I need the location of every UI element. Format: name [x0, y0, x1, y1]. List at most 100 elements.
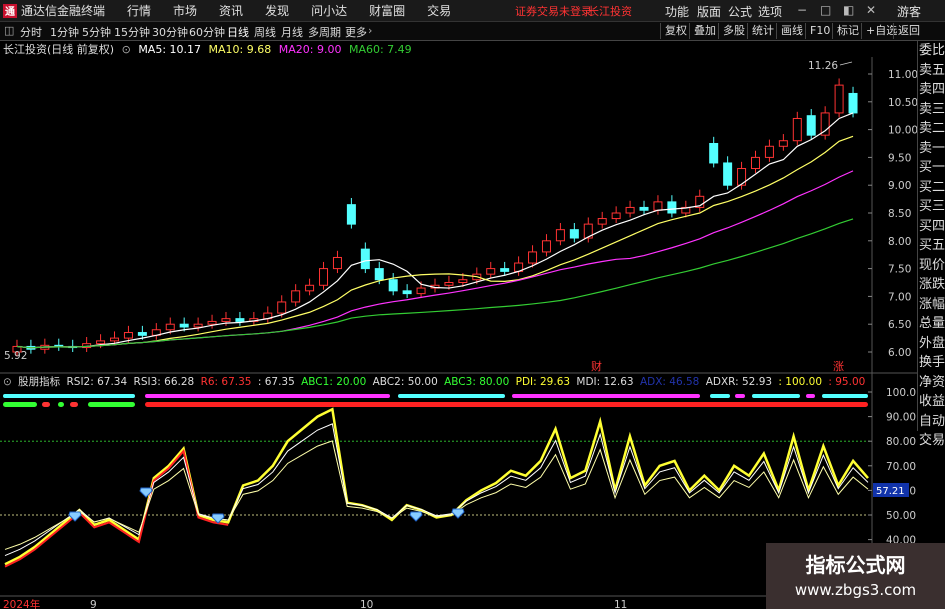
maximize-icon[interactable]: □: [820, 3, 831, 17]
side-panel-item[interactable]: 净资: [918, 373, 945, 393]
marker-zhang: 涨: [833, 360, 844, 373]
signal-bar: [752, 394, 800, 398]
menu-options[interactable]: 选项: [758, 3, 782, 20]
candle-body: [667, 201, 677, 214]
candle-body: [374, 268, 384, 281]
f10-button[interactable]: F10: [805, 23, 834, 39]
indicator-settings-icon[interactable]: ⊙: [3, 376, 12, 388]
guest-user[interactable]: 游客: [897, 3, 921, 20]
side-panel-item[interactable]: 外盘: [918, 334, 945, 354]
candle-body: [402, 290, 412, 295]
side-panel-item[interactable]: 卖一: [918, 139, 945, 159]
side-panel-item[interactable]: 自动: [918, 412, 945, 432]
period-more[interactable]: 更多: [345, 24, 367, 40]
indicator-panel: [0, 394, 872, 568]
candlesticks: [12, 78, 858, 357]
period-intraday[interactable]: 分时: [20, 24, 42, 40]
rsi-line: [4, 407, 869, 566]
toolbar-collapse-icon[interactable]: ◫: [4, 24, 14, 37]
chevron-right-icon[interactable]: ›: [368, 24, 372, 37]
price-tick-label: 8.50: [888, 208, 911, 220]
candle-body: [541, 240, 551, 253]
app-logo-icon: 通: [3, 3, 17, 18]
candle-body: [319, 268, 329, 286]
close-icon[interactable]: ✕: [866, 3, 876, 17]
stats-button[interactable]: 统计: [747, 23, 778, 39]
side-panel-item[interactable]: 买二: [918, 178, 945, 198]
period-weekly[interactable]: 周线: [254, 24, 276, 40]
mark-button[interactable]: 标记: [832, 23, 863, 39]
period-60min[interactable]: 60分钟: [189, 24, 225, 40]
menu-market[interactable]: 市场: [173, 2, 197, 19]
indicator-tick-label: 80.00: [886, 436, 916, 448]
menu-layout[interactable]: 版面: [697, 3, 721, 20]
signal-bar: [88, 402, 135, 407]
side-panel-item[interactable]: 现价: [918, 256, 945, 276]
period-15min[interactable]: 15分钟: [114, 24, 150, 40]
draw-button[interactable]: 画线: [776, 23, 807, 39]
menu-trade[interactable]: 交易: [427, 2, 451, 19]
side-panel-item[interactable]: 买四: [918, 217, 945, 237]
period-daily[interactable]: 日线: [227, 24, 249, 40]
menu-formula[interactable]: 公式: [728, 3, 752, 20]
ind-mdi: MDI: 12.63: [576, 376, 634, 388]
side-panel-item[interactable]: 交易: [918, 431, 945, 451]
candle-body: [723, 162, 733, 186]
candle-body: [848, 92, 858, 114]
overlay-button[interactable]: 叠加: [689, 23, 720, 39]
chart-area[interactable]: 11.00 10.50 10.00 9.50 9.00 8.50 8.00 7.50 7.00 6…: [0, 57, 917, 609]
side-panel-item[interactable]: 卖五: [918, 61, 945, 81]
login-warning[interactable]: 证券交易未登录: [515, 3, 592, 19]
indicator-tick-label: 70.00: [886, 461, 916, 473]
legend-ma10: MA10: 9.68: [208, 43, 272, 56]
side-panel-item[interactable]: 卖二: [918, 119, 945, 139]
price-tick-label: 6.00: [888, 347, 911, 359]
stock-title: 长江投资(日线 前复权): [3, 43, 115, 56]
time-oct-label: 10: [360, 599, 373, 609]
ind-abc3: ABC3: 80.00: [444, 376, 510, 388]
legend-settings-icon[interactable]: ⊙: [122, 43, 131, 56]
signal-bar: [3, 394, 135, 398]
menu-news[interactable]: 资讯: [219, 2, 243, 19]
multi-stock-button[interactable]: 多股: [718, 23, 749, 39]
signal-bar: [42, 402, 50, 407]
candle-body: [277, 301, 287, 314]
indicator-tick-label: 100.0: [886, 387, 916, 399]
menu-wealth[interactable]: 财富圈: [369, 2, 405, 19]
candle-body: [416, 287, 426, 295]
period-30min[interactable]: 30分钟: [152, 24, 188, 40]
menu-ask[interactable]: 问小达: [311, 2, 347, 19]
side-panel-item[interactable]: 涨跌: [918, 275, 945, 295]
fq-button[interactable]: 复权: [660, 23, 691, 39]
side-panel-item[interactable]: 买三: [918, 197, 945, 217]
menu-quotes[interactable]: 行情: [127, 2, 151, 19]
main-legend: 长江投资(日线 前复权) ⊙ MA5: 10.17 MA10: 9.68 MA2…: [0, 41, 416, 57]
side-panel-item[interactable]: 总量: [918, 314, 945, 334]
menu-function[interactable]: 功能: [665, 3, 689, 20]
period-multi[interactable]: 多周期: [308, 24, 341, 40]
period-1min[interactable]: 1分钟: [50, 24, 79, 40]
diamond-icon: [451, 508, 465, 519]
candle-body: [709, 143, 719, 164]
side-panel-item[interactable]: 买一: [918, 158, 945, 178]
back-button[interactable]: 返回: [893, 23, 924, 39]
signal-bar: [806, 394, 815, 398]
side-panel-item[interactable]: 委比: [918, 41, 945, 61]
side-panel-item[interactable]: 涨幅: [918, 295, 945, 315]
candle-body: [792, 117, 802, 142]
restore-icon[interactable]: ◧: [843, 3, 854, 17]
side-panel-item[interactable]: 收益: [918, 392, 945, 412]
period-monthly[interactable]: 月线: [281, 24, 303, 40]
ind-r6b: : 67.35: [257, 376, 295, 388]
side-panel-item[interactable]: 卖四: [918, 80, 945, 100]
watermark-url: www.zbgs3.com: [794, 581, 917, 599]
side-panel-item[interactable]: 卖三: [918, 100, 945, 120]
menu-discover[interactable]: 发现: [265, 2, 289, 19]
side-panel-item[interactable]: 换手: [918, 353, 945, 373]
minimize-icon[interactable]: −: [797, 3, 807, 17]
period-5min[interactable]: 5分钟: [82, 24, 111, 40]
marker-cai: 财: [591, 359, 602, 373]
indicator-tick-label: 50.00: [886, 510, 916, 522]
price-high-label: 11.26: [808, 60, 838, 72]
side-panel-item[interactable]: 买五: [918, 236, 945, 256]
